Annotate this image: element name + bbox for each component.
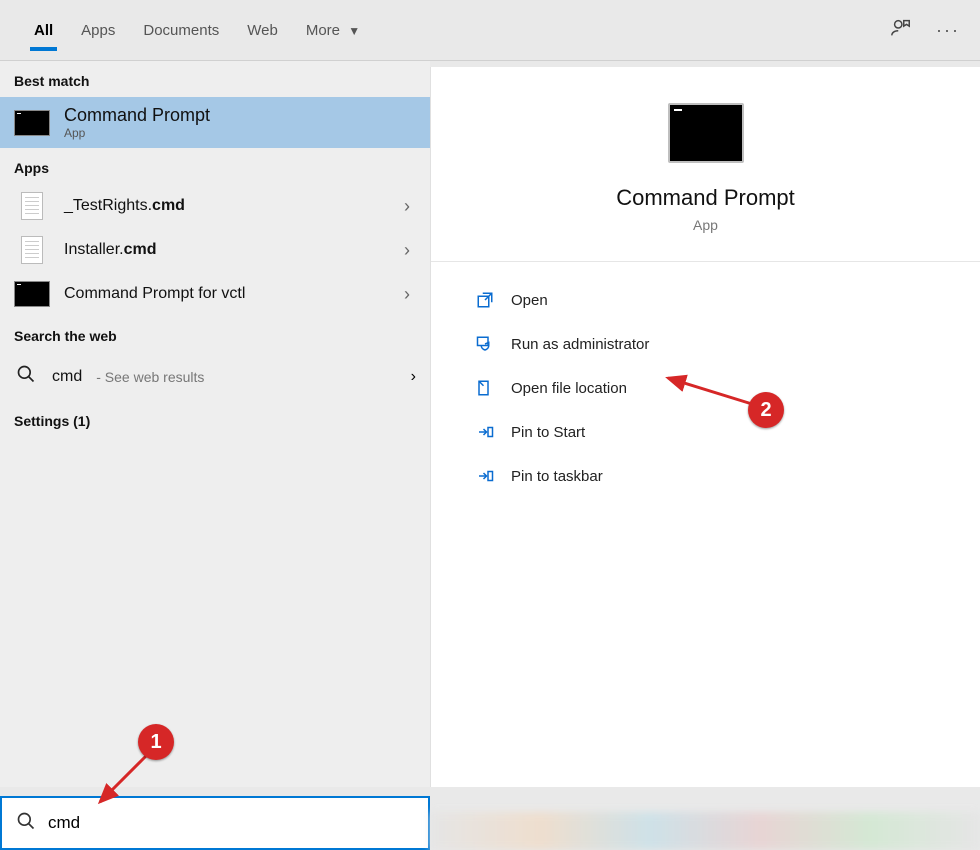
chevron-right-icon: ›: [404, 240, 416, 261]
shield-admin-icon: [475, 334, 495, 354]
section-settings: Settings (1): [0, 401, 430, 437]
search-filter-tabs: All Apps Documents Web More ▼ ···: [0, 0, 980, 60]
section-best-match: Best match: [0, 61, 430, 97]
action-run-admin[interactable]: Run as administrator: [471, 324, 940, 364]
action-pin-taskbar[interactable]: Pin to taskbar: [471, 456, 940, 496]
app-result[interactable]: Installer.cmd ›: [0, 228, 430, 272]
preview-pane: Command Prompt App Open Run as administr…: [430, 67, 980, 787]
search-input[interactable]: [48, 813, 414, 833]
chevron-down-icon: ▼: [348, 24, 360, 38]
app-result-title: Installer.cmd: [64, 241, 390, 259]
taskbar: [430, 812, 980, 850]
app-result[interactable]: Command Prompt for vctl ›: [0, 272, 430, 316]
folder-location-icon: [475, 378, 495, 398]
command-prompt-icon: [668, 103, 744, 163]
feedback-icon[interactable]: [890, 17, 912, 44]
pin-start-icon: [475, 422, 495, 442]
web-hint: - See web results: [96, 369, 204, 385]
chevron-right-icon: ›: [404, 284, 416, 305]
best-match-result[interactable]: Command Prompt App: [0, 97, 430, 148]
section-web: Search the web: [0, 316, 430, 352]
search-icon: [14, 364, 38, 389]
tab-apps[interactable]: Apps: [67, 4, 129, 57]
preview-title: Command Prompt: [616, 185, 795, 211]
chevron-right-icon: ›: [404, 196, 416, 217]
tab-more-label: More: [306, 22, 340, 39]
tab-all[interactable]: All: [20, 4, 67, 57]
open-icon: [475, 290, 495, 310]
app-result-title: _TestRights.cmd: [64, 197, 390, 215]
action-label: Pin to Start: [511, 424, 585, 441]
tab-documents[interactable]: Documents: [129, 4, 233, 57]
annotation-badge-2: 2: [748, 392, 784, 428]
annotation-badge-1: 1: [138, 724, 174, 760]
action-open[interactable]: Open: [471, 280, 940, 320]
web-search-result[interactable]: cmd - See web results ›: [0, 352, 430, 401]
section-apps: Apps: [0, 148, 430, 184]
action-label: Pin to taskbar: [511, 468, 603, 485]
more-options-icon[interactable]: ···: [936, 20, 960, 41]
results-pane: Best match Command Prompt App Apps _Test…: [0, 61, 430, 787]
action-pin-start[interactable]: Pin to Start: [471, 412, 940, 452]
chevron-right-icon: ›: [411, 368, 416, 386]
tab-more[interactable]: More ▼: [292, 4, 374, 57]
app-result-title: Command Prompt for vctl: [64, 285, 390, 303]
document-icon: [21, 192, 43, 220]
tab-web[interactable]: Web: [233, 4, 292, 57]
action-label: Open: [511, 292, 548, 309]
action-label: Run as administrator: [511, 336, 649, 353]
command-prompt-icon: [14, 281, 50, 307]
search-box[interactable]: [0, 796, 430, 850]
command-prompt-icon: [14, 110, 50, 136]
action-label: Open file location: [511, 380, 627, 397]
best-match-title: Command Prompt: [64, 105, 416, 126]
web-query: cmd: [52, 368, 82, 386]
pin-taskbar-icon: [475, 466, 495, 486]
app-result[interactable]: _TestRights.cmd ›: [0, 184, 430, 228]
document-icon: [21, 236, 43, 264]
action-open-location[interactable]: Open file location: [471, 368, 940, 408]
divider: [431, 261, 980, 262]
search-icon: [16, 811, 36, 836]
best-match-subtitle: App: [64, 126, 416, 140]
preview-subtitle: App: [693, 217, 718, 233]
